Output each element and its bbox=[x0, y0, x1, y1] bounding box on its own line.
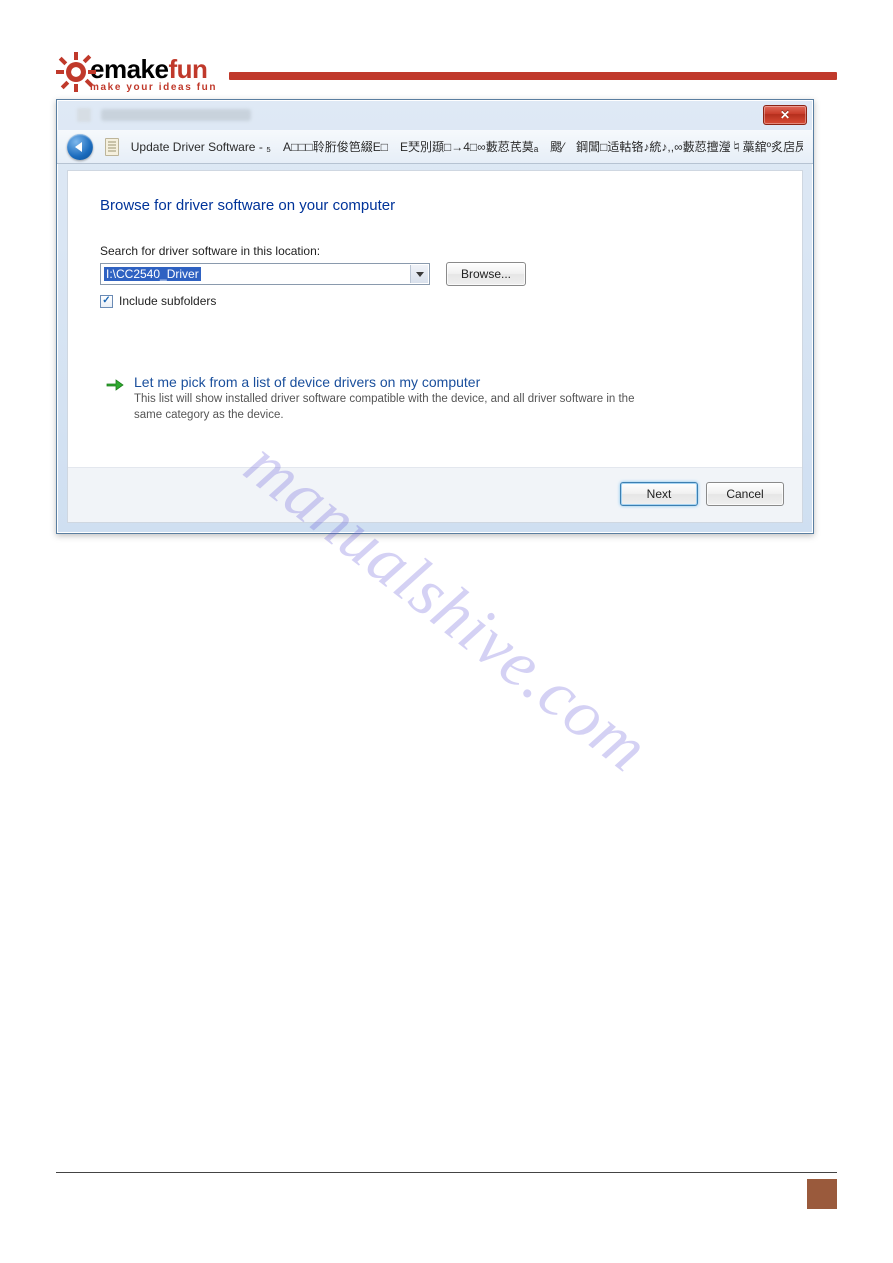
back-arrow-icon bbox=[75, 142, 82, 152]
nav-row: Update Driver Software - ₅ A□□□聆胻俊笆綴E□ E… bbox=[57, 130, 813, 164]
dialog-window: ✕ Update Driver Software - ₅ A□□□聆胻俊笆綴E□… bbox=[56, 99, 814, 534]
path-value: I:\CC2540_Driver bbox=[104, 267, 201, 281]
pick-driver-link[interactable]: Let me pick from a list of device driver… bbox=[100, 368, 770, 427]
arrow-right-icon bbox=[106, 376, 124, 394]
title-blur bbox=[63, 108, 763, 122]
search-location-label: Search for driver software in this locat… bbox=[100, 244, 770, 258]
chevron-down-icon[interactable] bbox=[410, 265, 428, 283]
include-subfolders-label: Include subfolders bbox=[119, 294, 216, 308]
logo-tagline: make your ideas fun bbox=[90, 82, 217, 93]
cancel-button[interactable]: Cancel bbox=[706, 482, 784, 506]
dialog-button-row: Next Cancel bbox=[68, 467, 802, 522]
dialog-heading: Browse for driver software on your compu… bbox=[100, 197, 770, 214]
pick-driver-title: Let me pick from a list of device driver… bbox=[134, 374, 654, 390]
check-icon: ✓ bbox=[102, 296, 110, 306]
window-titlebar: ✕ bbox=[57, 100, 813, 130]
gear-icon: e bbox=[56, 52, 96, 92]
back-button[interactable] bbox=[67, 134, 93, 160]
next-button[interactable]: Next bbox=[620, 482, 698, 506]
footer-rule bbox=[56, 1172, 837, 1173]
include-subfolders-checkbox[interactable]: ✓ bbox=[100, 295, 113, 308]
logo-wordmark: emakefun bbox=[90, 56, 217, 82]
path-combobox[interactable]: I:\CC2540_Driver bbox=[100, 263, 430, 285]
driver-doc-icon bbox=[105, 138, 119, 156]
header-rule bbox=[229, 72, 837, 80]
svg-text:e: e bbox=[72, 63, 80, 79]
page-header: e emakefun make your ideas fun bbox=[56, 50, 837, 93]
logo: e emakefun make your ideas fun bbox=[56, 50, 217, 93]
breadcrumb: Update Driver Software - ₅ A□□□聆胻俊笆綴E□ E… bbox=[131, 138, 803, 155]
page-number-box bbox=[807, 1179, 837, 1209]
close-button[interactable]: ✕ bbox=[763, 105, 807, 125]
browse-button[interactable]: Browse... bbox=[446, 262, 526, 286]
dialog-body: Browse for driver software on your compu… bbox=[67, 170, 803, 523]
close-icon: ✕ bbox=[780, 109, 790, 121]
pick-driver-description: This list will show installed driver sof… bbox=[134, 392, 654, 423]
